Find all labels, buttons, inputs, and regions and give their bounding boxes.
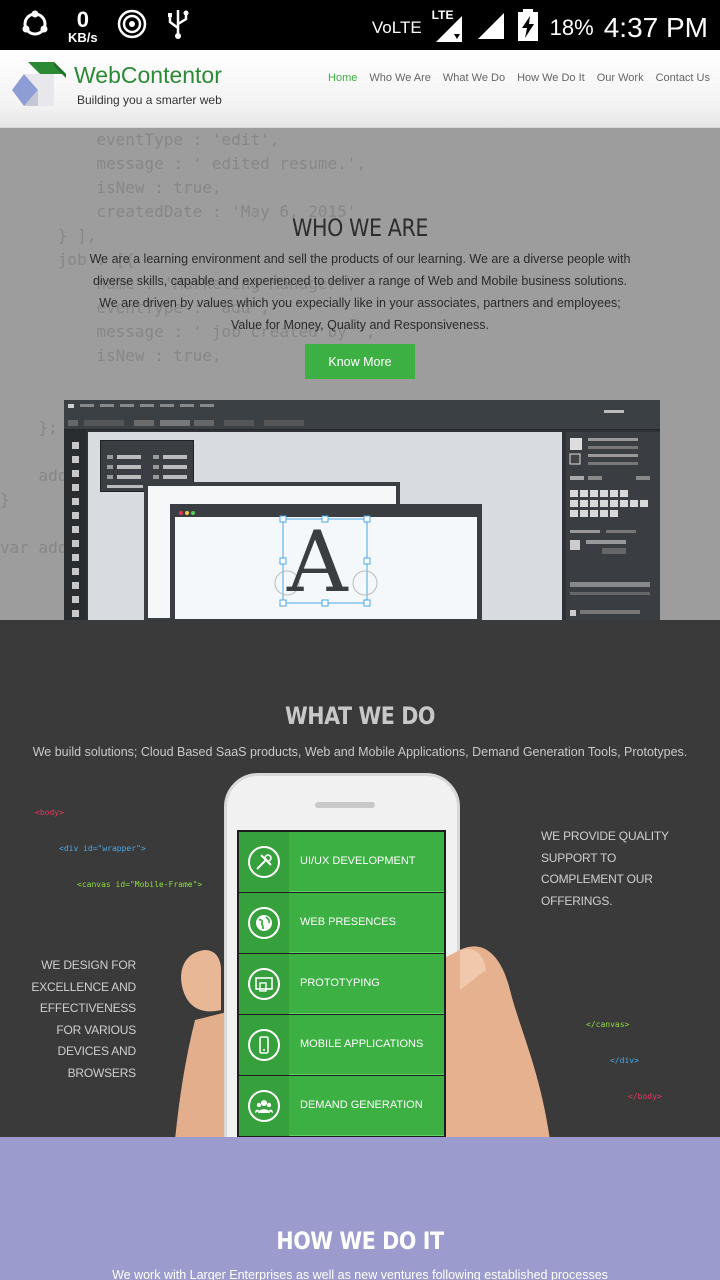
lte-signal-icon: LTE <box>432 8 464 44</box>
service-label: PROTOTYPING <box>300 977 380 989</box>
design-text: WE DESIGN FOR EXCELLENCE AND EFFECTIVENE… <box>31 958 136 1080</box>
clock: 4:37 PM <box>603 11 708 43</box>
site-header: WebContentor Building you a smarter web … <box>0 50 720 128</box>
what-we-do-subtitle: We build solutions; Cloud Based SaaS pro… <box>32 745 688 759</box>
design-app-screenshot: A <box>64 400 660 620</box>
code-snippet-top: <body> <div id="wrapper"> <canvas id="Mo… <box>35 783 202 915</box>
support-text: WE PROVIDE QUALITY SUPPORT TO COMPLEMENT… <box>541 829 669 908</box>
app-tools-panel <box>64 430 86 620</box>
nav-our-work[interactable]: Our Work <box>597 72 644 84</box>
prototype-icon <box>248 968 280 1000</box>
code-line: </body> <box>628 1092 662 1101</box>
nav-contact-us[interactable]: Contact Us <box>656 72 710 84</box>
sync-icon <box>20 9 50 44</box>
code-line: </canvas> <box>586 1020 630 1029</box>
data-speed: 0 KB/s <box>68 7 98 45</box>
code-line: <body> <box>35 808 64 817</box>
nav-what-we-do[interactable]: What We Do <box>443 72 505 84</box>
phone-speaker <box>315 802 375 808</box>
battery-charging-icon <box>516 8 540 47</box>
users-icon <box>248 1090 280 1122</box>
logo-mark-icon <box>12 62 66 106</box>
tools-icon <box>248 846 280 878</box>
hand-right-illustration <box>440 946 550 1137</box>
data-speed-unit: KB/s <box>68 30 98 45</box>
service-item-mobile-apps[interactable]: MOBILE APPLICATIONS <box>239 1015 444 1075</box>
service-label: DEMAND GENERATION <box>300 1099 423 1111</box>
service-label: UI/UX DEVELOPMENT <box>300 855 416 867</box>
hotspot-icon <box>116 8 148 45</box>
volte-label: VoLTE <box>371 17 422 37</box>
logo[interactable]: WebContentor Building you a smarter web <box>10 60 250 118</box>
battery-percent: 18% <box>549 14 594 40</box>
who-we-are-text: We are a learning environment and sell t… <box>89 252 631 332</box>
how-we-do-it-title: HOW WE DO IT <box>276 1227 444 1255</box>
who-we-are-title: WHO WE ARE <box>292 214 428 242</box>
app-right-panel <box>566 432 660 620</box>
phone-screen: UI/UX DEVELOPMENT WEB PRESENCES PROTOTYP… <box>237 830 446 1137</box>
service-item-prototyping[interactable]: PROTOTYPING <box>239 954 444 1014</box>
what-we-do-title: WHAT WE DO <box>284 702 436 730</box>
nav-home[interactable]: Home <box>328 72 357 84</box>
app-window-front: A <box>170 504 482 620</box>
service-label: WEB PRESENCES <box>300 916 396 928</box>
know-more-button[interactable]: Know More <box>305 344 415 379</box>
what-we-do-section: WHAT WE DO We build solutions; Cloud Bas… <box>0 620 720 1137</box>
code-snippet-bottom: </canvas> </div> </body> <box>586 995 662 1127</box>
mobile-icon <box>248 1029 280 1061</box>
service-label: MOBILE APPLICATIONS <box>300 1038 424 1050</box>
nav-how-we-do-it[interactable]: How We Do It <box>517 72 585 84</box>
signal-icon <box>474 9 506 46</box>
app-toolbar <box>64 400 660 430</box>
service-item-web-presences[interactable]: WEB PRESENCES <box>239 893 444 953</box>
who-we-are-section: eventType : 'edit', message : ' edited r… <box>0 128 720 620</box>
code-line: <canvas id="Mobile-Frame"> <box>77 880 203 889</box>
code-line: </div> <box>610 1056 639 1065</box>
how-we-do-it-section: HOW WE DO IT We work with Larger Enterpr… <box>0 1137 720 1280</box>
status-bar: 0 KB/s VoLTE LTE 18% 4:37 PM <box>0 0 720 50</box>
how-we-do-it-text: We work with Larger Enterprises as well … <box>112 1268 608 1280</box>
app-letter: A <box>287 513 348 611</box>
main-nav: Home Who We Are What We Do How We Do It … <box>328 72 710 84</box>
data-speed-value: 0 <box>76 7 89 32</box>
brand-name: WebContentor <box>74 62 222 88</box>
service-item-demand-generation[interactable]: DEMAND GENERATION <box>239 1076 444 1136</box>
service-item-uiux[interactable]: UI/UX DEVELOPMENT <box>239 832 444 892</box>
nav-who-we-are[interactable]: Who We Are <box>369 72 431 84</box>
globe-icon <box>248 907 280 939</box>
code-line: <div id="wrapper"> <box>59 844 146 853</box>
usb-icon <box>166 8 190 45</box>
brand-tagline: Building you a smarter web <box>77 93 222 107</box>
